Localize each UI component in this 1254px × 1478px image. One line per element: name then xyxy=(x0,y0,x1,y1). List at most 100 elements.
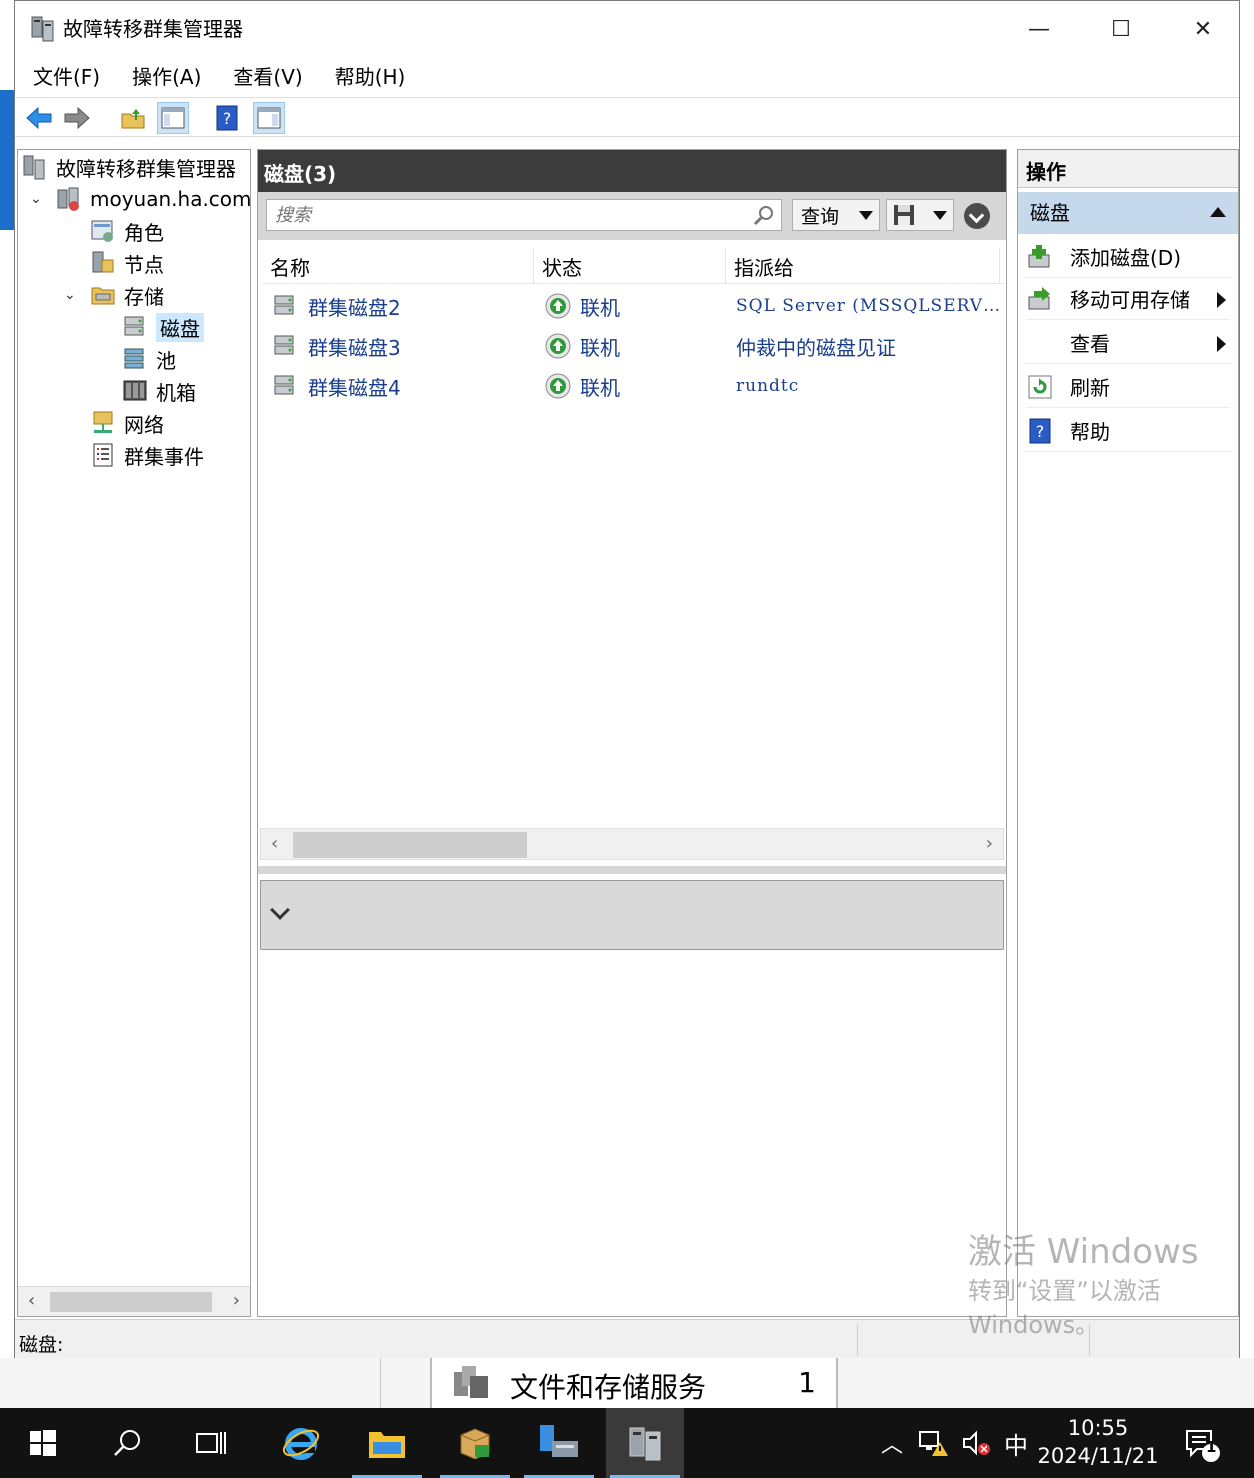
task-view-button[interactable] xyxy=(172,1408,250,1478)
network-status-button[interactable] xyxy=(914,1408,954,1478)
collapse-triangle-icon[interactable] xyxy=(1210,207,1226,217)
table-row[interactable]: 群集磁盘2 联机 SQL Server (MSSQLSERV… xyxy=(262,286,1004,326)
volume-button[interactable] xyxy=(956,1408,996,1478)
package-icon xyxy=(460,1428,490,1460)
scroll-thumb[interactable] xyxy=(293,832,527,858)
tree-node-roles[interactable]: 角色 xyxy=(90,216,164,246)
menu-help[interactable]: 帮助(H) xyxy=(317,57,420,97)
disk-icon xyxy=(274,295,294,315)
failover-cluster-manager-taskbar-button[interactable] xyxy=(606,1408,684,1478)
disk-icon xyxy=(274,375,294,395)
action-center-button[interactable]: 1 xyxy=(1176,1408,1226,1478)
action-label: 添加磁盘(D) xyxy=(1070,246,1182,270)
clock-date: 2024/11/21 xyxy=(1037,1444,1159,1468)
actions-section-disks[interactable]: 磁盘 xyxy=(1018,192,1238,234)
actions-section-label: 磁盘 xyxy=(1030,201,1070,225)
action-add-disk[interactable]: 添加磁盘(D) xyxy=(1026,236,1230,278)
console-tree-icon xyxy=(161,107,185,129)
maximize-button[interactable]: ☐ xyxy=(1091,9,1151,49)
tree-label-nodes: 节点 xyxy=(124,252,164,277)
up-one-level-button[interactable] xyxy=(117,102,149,134)
collapse-chevron-icon[interactable]: ⌄ xyxy=(64,287,76,303)
help-button[interactable]: ? xyxy=(211,102,243,134)
column-header-assigned[interactable]: 指派给 xyxy=(726,248,1000,284)
toolbar: ? xyxy=(15,97,1239,137)
table-row[interactable]: 群集磁盘3 联机 仲裁中的磁盘见证 xyxy=(262,326,1004,366)
file-storage-icon xyxy=(454,1366,488,1398)
filter-bar: 查询 xyxy=(258,192,1006,240)
collapse-chevron-icon[interactable]: ⌄ xyxy=(30,191,42,207)
search-field[interactable] xyxy=(266,199,782,231)
tree-node-nodes[interactable]: 节点 xyxy=(90,248,164,278)
action-help[interactable]: ? 帮助 xyxy=(1026,410,1230,452)
search-input[interactable] xyxy=(267,200,747,230)
scroll-left-icon[interactable]: ‹ xyxy=(28,1290,35,1311)
forward-button[interactable] xyxy=(61,102,93,134)
tree-node-storage[interactable]: ⌄ 存储 xyxy=(64,280,164,310)
background-desktop-right xyxy=(1240,0,1254,1408)
tree-node-disks[interactable]: 磁盘 xyxy=(122,312,204,342)
server-manager-icon xyxy=(540,1425,578,1457)
clock-time: 10:55 xyxy=(1067,1416,1129,1440)
actions-pane: 操作 磁盘 添加磁盘(D) 移动可用存储 查看 刷新 ? 帮助 xyxy=(1017,149,1239,1317)
menu-action[interactable]: 操作(A) xyxy=(114,57,215,97)
pane-splitter[interactable] xyxy=(258,866,1006,874)
minimize-button[interactable]: — xyxy=(1009,9,1069,49)
status-divider xyxy=(857,1324,858,1356)
tree-node-cluster[interactable]: ⌄ moyuan.ha.com xyxy=(30,184,251,214)
watermark-line3: Windows。 xyxy=(968,1311,1100,1339)
tree-node-pools[interactable]: 池 xyxy=(122,344,176,374)
title-bar[interactable]: 故障转移群集管理器 — ☐ ✕ xyxy=(15,1,1239,57)
server-manager-button[interactable] xyxy=(520,1408,598,1478)
menu-view[interactable]: 查看(V) xyxy=(215,57,316,97)
tree-node-enclosures[interactable]: 机箱 xyxy=(122,376,196,406)
tree-node-root[interactable]: 故障转移群集管理器 xyxy=(22,152,236,182)
package-app-button[interactable] xyxy=(436,1408,514,1478)
query-dropdown-button[interactable]: 查询 xyxy=(792,199,880,231)
show-hidden-icons-button[interactable]: ︿ xyxy=(876,1408,908,1478)
tree-horizontal-scrollbar[interactable]: ‹ › xyxy=(18,1286,250,1316)
action-move-available-storage[interactable]: 移动可用存储 xyxy=(1026,278,1230,320)
file-storage-services-tile[interactable]: 文件和存储服务 1 xyxy=(430,1358,838,1408)
table-horizontal-scrollbar[interactable]: ‹ › xyxy=(260,828,1004,860)
save-query-dropdown-button[interactable] xyxy=(886,199,954,231)
tree-label-cluster: moyuan.ha.com xyxy=(90,187,251,211)
online-up-arrow-icon xyxy=(545,333,571,359)
expand-filter-chevron-icon[interactable] xyxy=(964,203,990,229)
tree-label-events: 群集事件 xyxy=(124,444,204,469)
close-button[interactable]: ✕ xyxy=(1173,9,1233,49)
cell-name: 群集磁盘2 xyxy=(272,286,532,326)
details-pane-header[interactable] xyxy=(260,880,1004,950)
tile-count: 1 xyxy=(798,1366,816,1399)
expand-details-chevron-icon[interactable] xyxy=(270,900,290,920)
scroll-thumb[interactable] xyxy=(50,1292,212,1312)
action-refresh[interactable]: 刷新 xyxy=(1026,366,1230,408)
tree-node-events[interactable]: 群集事件 xyxy=(90,440,204,470)
column-header-status[interactable]: 状态 xyxy=(534,248,726,284)
action-pane-icon xyxy=(257,107,281,129)
internet-explorer-button[interactable] xyxy=(262,1408,340,1478)
disk-name: 群集磁盘4 xyxy=(308,375,401,400)
action-view[interactable]: 查看 xyxy=(1026,322,1230,364)
column-header-name[interactable]: 名称 xyxy=(262,248,534,284)
scroll-right-icon[interactable]: › xyxy=(233,1290,240,1311)
scroll-right-icon[interactable]: › xyxy=(986,833,993,854)
action-label: 查看 xyxy=(1070,332,1110,356)
menu-file[interactable]: 文件(F) xyxy=(15,57,114,97)
show-hide-action-pane-button[interactable] xyxy=(253,102,285,134)
action-label: 移动可用存储 xyxy=(1070,288,1190,312)
tree-label-enclosures: 机箱 xyxy=(156,380,196,405)
file-explorer-button[interactable] xyxy=(348,1408,426,1478)
table-row[interactable]: 群集磁盘4 联机 rundtc xyxy=(262,366,1004,406)
start-button[interactable] xyxy=(4,1408,82,1478)
show-hide-console-tree-button[interactable] xyxy=(157,102,189,134)
tree-label-storage: 存储 xyxy=(124,284,164,309)
search-button[interactable] xyxy=(88,1408,166,1478)
cell-name: 群集磁盘4 xyxy=(272,366,532,406)
clock[interactable]: 10:55 2024/11/21 xyxy=(1028,1414,1168,1470)
back-button[interactable] xyxy=(23,102,55,134)
move-storage-icon xyxy=(1028,286,1050,309)
scroll-left-icon[interactable]: ‹ xyxy=(271,833,278,854)
failover-cluster-manager-window: 故障转移群集管理器 — ☐ ✕ 文件(F) 操作(A) 查看(V) 帮助(H) … xyxy=(14,0,1240,1359)
tree-node-networks[interactable]: 网络 xyxy=(90,408,164,438)
